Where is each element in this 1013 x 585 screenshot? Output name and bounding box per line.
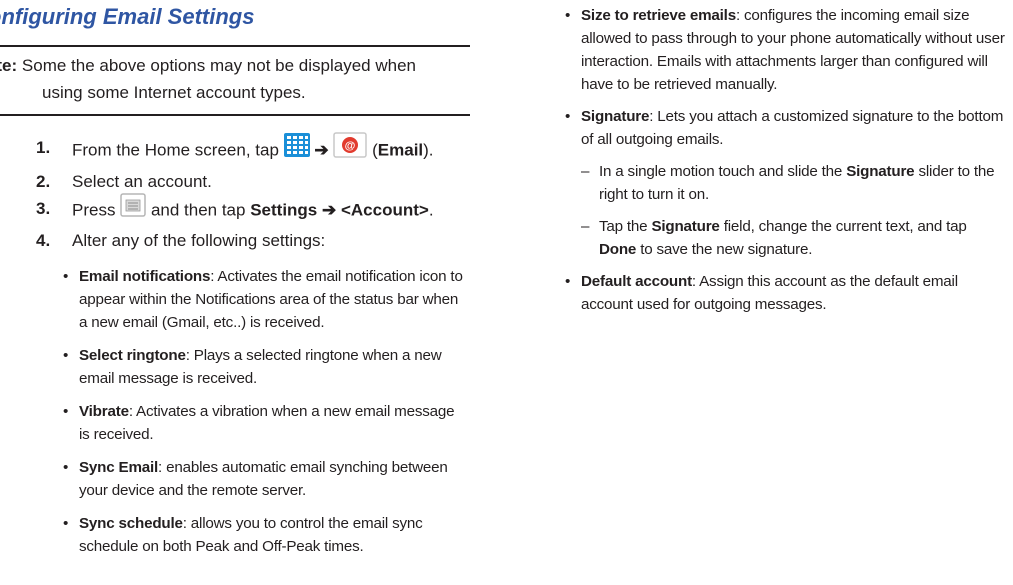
- list-item: • Vibrate: Activates a vibration when a …: [59, 400, 467, 446]
- note-bottom-rule: [0, 114, 470, 116]
- sub-bold: Signature: [651, 218, 720, 235]
- sub-text: In a single motion touch and slide the: [599, 163, 847, 180]
- step-number: 1.: [36, 138, 51, 157]
- bullet-glyph: •: [63, 347, 69, 364]
- section-heading: onfiguring Email Settings: [0, 4, 255, 29]
- sub-list-item: – In a single motion touch and slide the…: [565, 160, 1005, 206]
- step-number: 4.: [36, 231, 51, 250]
- step-2: 2. Select an account.: [36, 168, 476, 195]
- step-1: 1. From the Home screen, tap ➔ @ (Email)…: [36, 132, 476, 168]
- note-text-line1: Some the above options may not be displa…: [17, 56, 416, 75]
- bullet-term: Sync Email: [79, 459, 159, 476]
- bullet-term: Email notifications: [79, 268, 211, 285]
- note-text-line2: using some Internet account types.: [42, 83, 306, 102]
- step-text-end: .: [428, 200, 434, 220]
- arrow-glyph: ➔: [314, 140, 329, 160]
- step-number: 3.: [36, 199, 51, 218]
- right-column: • Size to retrieve emails: configures th…: [565, 4, 1005, 325]
- svg-text:@: @: [345, 140, 356, 152]
- sub-bold: Done: [599, 241, 637, 258]
- email-label: Email: [377, 140, 424, 160]
- sub-text: to save the new signature.: [636, 241, 813, 258]
- bullet-glyph: •: [63, 515, 69, 532]
- step-4: 4. Alter any of the following settings:: [36, 227, 476, 254]
- bullet-term: Size to retrieve emails: [581, 7, 736, 24]
- bullet-glyph: •: [565, 273, 571, 290]
- settings-label: Settings: [250, 200, 318, 220]
- steps-list: 1. From the Home screen, tap ➔ @ (Email)…: [36, 132, 476, 254]
- dash-glyph: –: [581, 218, 590, 235]
- note-box: ote: Some the above options may not be d…: [0, 52, 476, 106]
- sub-text: Tap the: [599, 218, 652, 235]
- step-text: Alter any of the following settings:: [72, 231, 326, 250]
- apps-grid-icon: [283, 133, 310, 165]
- step-text-mid: and then tap: [150, 200, 251, 220]
- step-3: 3. Press and then tap Settings ➔ <Accoun…: [36, 193, 476, 227]
- sub-bold: Signature: [846, 163, 915, 180]
- settings-bullet-list: • Email notifications: Activates the ema…: [59, 265, 467, 568]
- list-item: • Sync schedule: allows you to control t…: [59, 512, 467, 558]
- bullet-glyph: •: [63, 403, 69, 420]
- sub-list-item: – Tap the Signature field, change the cu…: [565, 215, 1005, 261]
- list-item: • Email notifications: Activates the ema…: [59, 265, 467, 334]
- step-text: Press: [72, 200, 116, 220]
- dash-glyph: –: [581, 163, 590, 180]
- bullet-term: Select ringtone: [79, 347, 186, 364]
- bullet-term: Vibrate: [79, 403, 129, 420]
- step-number: 2.: [36, 172, 51, 191]
- list-item: • Signature: Lets you attach a customize…: [565, 105, 1005, 151]
- bullet-term: Sync schedule: [79, 515, 183, 532]
- bullet-glyph: •: [63, 459, 69, 476]
- step-text: From the Home screen, tap: [72, 140, 279, 160]
- list-item: • Size to retrieve emails: configures th…: [565, 4, 1005, 96]
- note-top-rule: [0, 45, 470, 47]
- bullet-glyph: •: [565, 108, 571, 125]
- bullet-glyph: •: [565, 7, 571, 24]
- bullet-desc: : Activates a vibration when a new email…: [79, 403, 455, 443]
- bullet-term: Default account: [581, 273, 692, 290]
- bullet-glyph: •: [63, 268, 69, 285]
- menu-key-icon: [120, 193, 146, 225]
- account-label: <Account>: [340, 200, 429, 220]
- bullet-term: Signature: [581, 108, 650, 125]
- note-label: ote:: [0, 56, 18, 75]
- step-text: Select an account.: [72, 172, 212, 191]
- sub-text: field, change the current text, and tap: [719, 218, 967, 235]
- arrow-glyph: ➔: [317, 200, 341, 220]
- email-app-icon: @: [333, 132, 368, 166]
- list-item: • Sync Email: enables automatic email sy…: [59, 456, 467, 502]
- paren-close: ).: [423, 140, 434, 160]
- list-item: • Select ringtone: Plays a selected ring…: [59, 344, 467, 390]
- list-item: • Default account: Assign this account a…: [565, 270, 1005, 316]
